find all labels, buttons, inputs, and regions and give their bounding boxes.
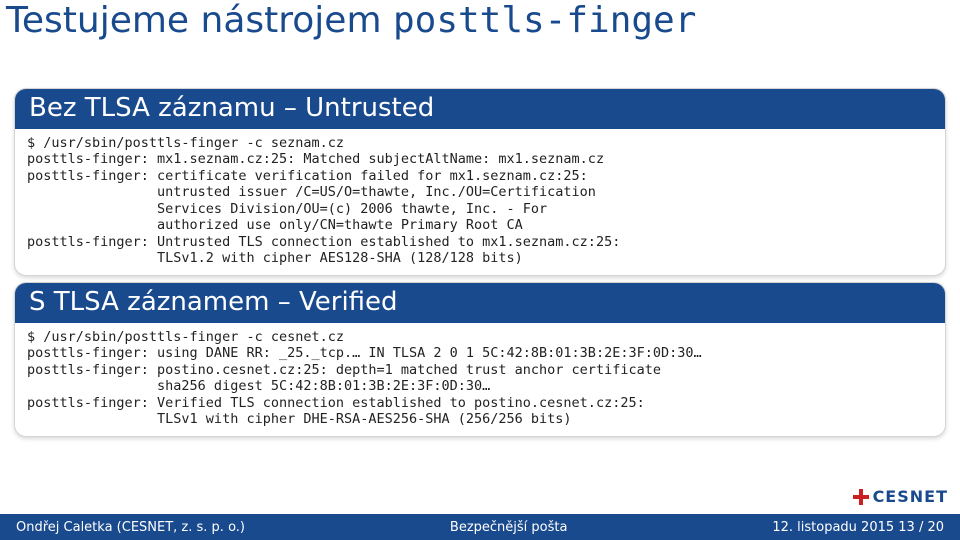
footer-page: 12. listopadu 2015 13 / 20 xyxy=(756,520,960,535)
block-untrusted-heading: Bez TLSA záznamu – Untrusted xyxy=(15,89,945,129)
block-untrusted-terminal: $ /usr/sbin/posttls-finger -c seznam.cz … xyxy=(15,129,945,275)
slide-title: Testujeme nástrojem posttls-finger xyxy=(0,0,696,47)
footer-author: Ondřej Caletka (CESNET, z. s. p. o.) xyxy=(0,520,261,535)
title-part-a: Testujeme nástrojem xyxy=(6,0,393,41)
plus-icon xyxy=(853,489,869,505)
block-verified-heading: S TLSA záznamem – Verified xyxy=(15,283,945,323)
cesnet-logo: CESNET xyxy=(853,487,948,506)
footer-bar: Ondřej Caletka (CESNET, z. s. p. o.) Bez… xyxy=(0,514,960,540)
logo-text: CESNET xyxy=(873,487,948,506)
title-part-b: posttls-finger xyxy=(393,0,696,41)
slide-page: Testujeme nástrojem posttls-finger Bez T… xyxy=(0,0,960,540)
footer-title: Bezpečnější pošta xyxy=(261,520,756,535)
block-verified-terminal: $ /usr/sbin/posttls-finger -c cesnet.cz … xyxy=(15,323,945,436)
block-untrusted: Bez TLSA záznamu – Untrusted $ /usr/sbin… xyxy=(14,88,946,276)
block-verified: S TLSA záznamem – Verified $ /usr/sbin/p… xyxy=(14,282,946,437)
